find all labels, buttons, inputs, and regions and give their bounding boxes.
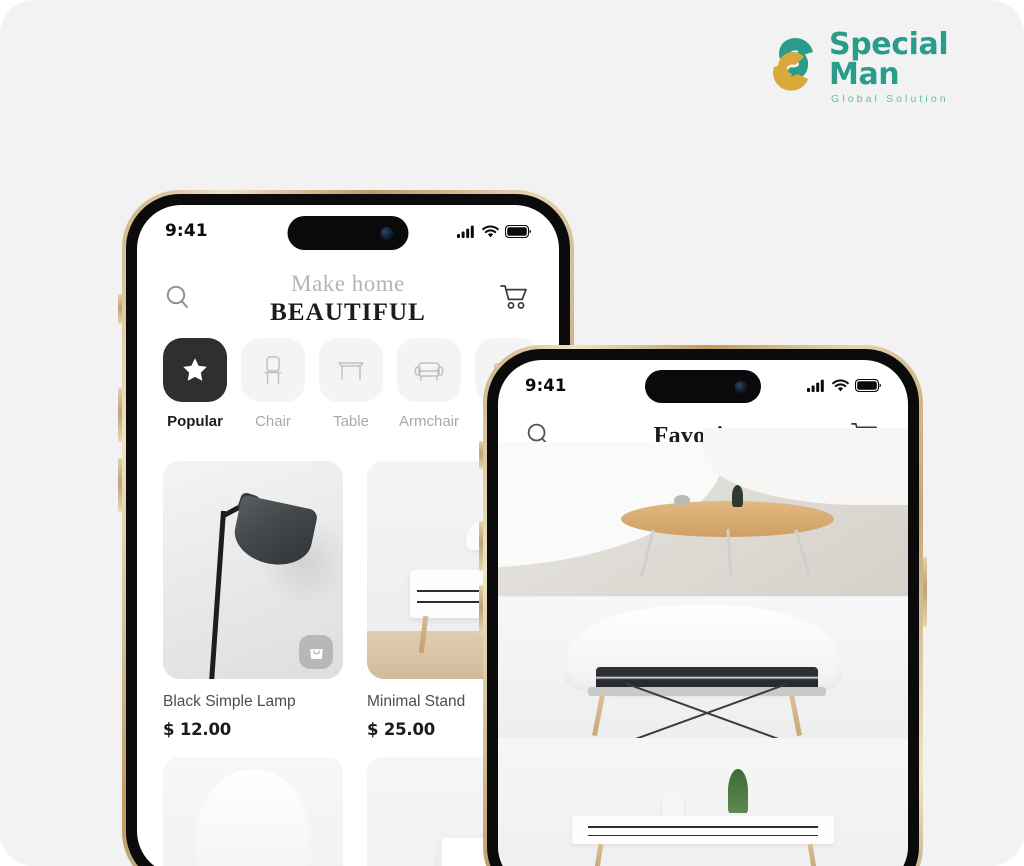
- product-price: $ 12.00: [163, 720, 232, 739]
- mockup-canvas: Special Man Global Solution 9:41 Make ho…: [0, 0, 1024, 866]
- product-card[interactable]: [163, 757, 343, 866]
- signal-bars-icon: [807, 379, 824, 392]
- white-stand-plant-photo: [498, 738, 908, 866]
- search-icon: [166, 285, 188, 308]
- category-label: Table: [333, 413, 369, 430]
- brand-logo: Special Man Global Solution: [766, 29, 998, 104]
- favorite-row[interactable]: Minimal Stand $ 25.00: [498, 738, 908, 866]
- shopping-cart-icon: [500, 285, 527, 309]
- battery-full-icon: [855, 378, 881, 392]
- product-image: [163, 461, 343, 679]
- favorite-row[interactable]: Coffee Table $ 50.00: [498, 428, 908, 597]
- status-time: 9:41: [525, 375, 567, 395]
- category-label: Chair: [255, 413, 291, 430]
- special-man-s-logo-icon: [773, 37, 813, 91]
- battery-full-icon: [505, 224, 531, 238]
- home-title-block: Make home BEAUTIFUL: [197, 271, 499, 327]
- star-icon: [183, 358, 207, 381]
- brand-name: Special Man: [829, 26, 949, 92]
- silent-switch[interactable]: [479, 441, 483, 469]
- shopping-bag-icon: [309, 648, 323, 659]
- status-bar: 9:41: [498, 360, 908, 410]
- category-tab-table[interactable]: Table: [319, 338, 383, 430]
- volume-up-button[interactable]: [479, 521, 483, 571]
- white-chair-clothes-photo: [163, 757, 343, 866]
- home-title-line1: Make home: [291, 271, 405, 296]
- chair-icon: [264, 356, 282, 384]
- brand-wordmark: Special Man Global Solution: [829, 28, 998, 105]
- search-button[interactable]: [163, 282, 197, 316]
- product-image: [163, 757, 343, 866]
- round-wood-coffee-table-photo: [498, 428, 908, 596]
- home-app-bar: Make home BEAUTIFUL: [137, 257, 559, 327]
- status-time: 9:41: [165, 221, 208, 241]
- volume-down-button[interactable]: [479, 585, 483, 635]
- volume-up-button[interactable]: [118, 388, 122, 442]
- dynamic-island: [645, 370, 761, 403]
- wifi-icon: [482, 225, 499, 237]
- power-button[interactable]: [923, 557, 927, 627]
- cart-button[interactable]: [499, 282, 533, 316]
- favorite-thumbnail: [498, 428, 908, 596]
- brand-tagline: Global Solution: [831, 92, 949, 105]
- favorite-thumbnail: [498, 738, 908, 866]
- favorite-row[interactable]: Coffee Chair $ 20.00: [498, 597, 908, 744]
- category-label: Popular: [167, 413, 223, 430]
- volume-down-button[interactable]: [118, 458, 122, 512]
- wifi-icon: [832, 379, 849, 391]
- add-to-bag-button[interactable]: [299, 635, 333, 669]
- product-name: Black Simple Lamp: [163, 693, 296, 710]
- signal-bars-icon: [457, 225, 474, 238]
- phone-favorites-screen: 9:41: [498, 360, 908, 866]
- status-bar: 9:41: [137, 205, 559, 257]
- phone-favorites-device: 9:41: [479, 345, 927, 866]
- category-tab-popular[interactable]: Popular: [163, 338, 227, 430]
- category-tab-armchair[interactable]: Armchair: [397, 338, 461, 430]
- silent-switch[interactable]: [118, 294, 122, 324]
- armchair-icon: [414, 362, 444, 381]
- product-card[interactable]: Black Simple Lamp $ 12.00: [163, 461, 343, 739]
- favorite-thumbnail: [498, 597, 908, 744]
- white-shell-chair-photo: [498, 597, 908, 744]
- dynamic-island: [287, 216, 409, 250]
- home-title-line2: BEAUTIFUL: [270, 299, 426, 326]
- front-camera-icon: [380, 226, 394, 240]
- favorites-list: Coffee Table $ 50.00: [498, 428, 908, 866]
- category-label: Armchair: [398, 413, 459, 430]
- table-icon: [338, 362, 364, 380]
- category-tab-chair[interactable]: Chair: [241, 338, 305, 430]
- front-camera-icon: [735, 380, 748, 393]
